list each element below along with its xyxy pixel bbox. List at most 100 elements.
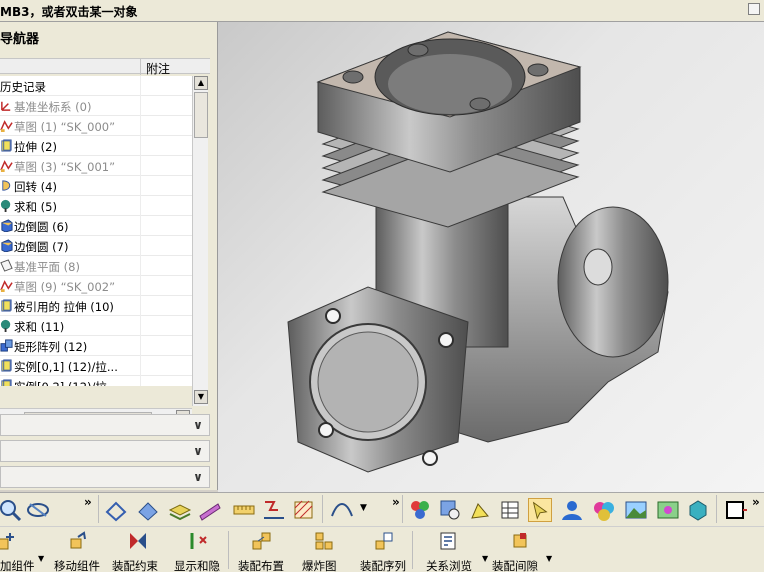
color-palette-icon[interactable] <box>408 498 432 522</box>
feature-row[interactable]: 基准坐标系 (0) <box>0 96 192 116</box>
column-attach[interactable]: 附注 <box>146 60 170 77</box>
history-node[interactable]: 历史记录 <box>0 76 192 96</box>
more-tools-chevron[interactable]: » <box>752 495 760 509</box>
inspect-icon[interactable] <box>438 498 462 522</box>
shaded-icon[interactable] <box>136 498 160 522</box>
feature-row[interactable]: 边倒圆 (7) <box>0 236 192 256</box>
feature-label: 基准平面 (8) <box>14 260 80 274</box>
curve-icon[interactable] <box>330 498 354 522</box>
window-restore-button[interactable] <box>748 3 760 15</box>
engine-crankcase-model[interactable] <box>218 22 764 492</box>
scroll-up-button[interactable]: ▲ <box>194 76 208 90</box>
feature-label: 矩形阵列 (12) <box>14 340 88 354</box>
feature-row[interactable]: 拉伸 (2) <box>0 136 192 156</box>
feature-tree: 历史记录 基准坐标系 (0) 草图 (1) “SK_000” 拉伸 (2) 草图 (3… <box>0 76 192 386</box>
feature-label: 求和 (5) <box>14 200 57 214</box>
dropdown-arrow[interactable]: ▼ <box>38 554 44 563</box>
section-icon[interactable] <box>198 498 222 522</box>
feature-row[interactable]: 实例[0,2] (12)/拉... <box>0 376 192 386</box>
tool-label: 显示和隐 <box>174 559 220 572</box>
feature-label: 边倒圆 (6) <box>14 220 69 234</box>
extrude-icon <box>0 299 13 312</box>
tool-label: 关系浏览 <box>426 559 472 572</box>
chevron-down-icon[interactable]: ∨ <box>190 442 206 460</box>
rotate-icon[interactable] <box>26 498 50 522</box>
show-hide-button[interactable]: 显示和隐 <box>172 529 232 572</box>
feature-row[interactable]: 被引用的 拉伸 (10) <box>0 296 192 316</box>
assembly-toolbar: 加组件 移动组件 装配约束 显示和隐 装配布置 爆炸图 装配序列 关系浏览 装配间隙 ▼ ▼ ▼ <box>0 526 764 572</box>
assembly-constraint-button[interactable]: 装配约束 <box>110 529 170 572</box>
status-message: MB3，或者双击某一对象 <box>0 5 138 19</box>
feature-label: 基准坐标系 (0) <box>14 100 92 114</box>
feature-row[interactable]: 矩形阵列 (12) <box>0 336 192 356</box>
assembly-sequence-icon <box>374 531 394 551</box>
add-component-button[interactable]: 加组件 <box>0 529 54 572</box>
extrude-icon <box>0 379 13 386</box>
tool-label: 爆炸图 <box>302 559 337 572</box>
curve-dropdown-arrow[interactable]: ▼ <box>360 503 367 513</box>
assembly-sequence-button[interactable]: 装配序列 <box>358 529 418 572</box>
graphics-viewport[interactable] <box>218 22 764 492</box>
tree-vertical-scrollbar[interactable]: ▲ ▼ <box>192 76 208 406</box>
exploded-view-icon <box>314 531 334 551</box>
assembly-clearance-icon <box>510 531 530 551</box>
feature-row[interactable]: 实例[0,1] (12)/拉... <box>0 356 192 376</box>
image-icon[interactable] <box>624 498 648 522</box>
chevron-down-icon[interactable]: ∨ <box>190 416 206 434</box>
unite-icon <box>0 319 13 332</box>
feature-label: 草图 (1) “SK_000” <box>14 120 116 134</box>
feature-row[interactable]: 求和 (5) <box>0 196 192 216</box>
assembly-clearance-button[interactable]: 装配间隙 <box>490 529 550 572</box>
texture-icon[interactable] <box>656 498 680 522</box>
feature-label: 被引用的 拉伸 (10) <box>14 300 114 314</box>
dimension-icon[interactable] <box>262 498 286 522</box>
tool-label: 装配约束 <box>112 559 158 572</box>
scroll-thumb[interactable] <box>194 92 208 138</box>
dependencies-panel[interactable]: ∨ <box>0 414 210 436</box>
render-icon[interactable] <box>592 498 616 522</box>
layer-icon[interactable] <box>168 498 192 522</box>
feature-row[interactable]: 草图 (9) “SK_002” <box>0 276 192 296</box>
frame-icon[interactable] <box>724 498 748 522</box>
arrangement-button[interactable]: 装配布置 <box>236 529 296 572</box>
status-bar: MB3，或者双击某一对象 <box>0 0 764 22</box>
wireframe-icon[interactable] <box>104 498 128 522</box>
measure-icon[interactable] <box>232 498 256 522</box>
view-toolbar: » ▼ » » <box>0 492 764 526</box>
move-component-button[interactable]: 移动组件 <box>52 529 112 572</box>
edge-blend-icon <box>0 239 13 253</box>
dropdown-arrow[interactable]: ▼ <box>482 554 488 563</box>
details-panel[interactable]: ∨ <box>0 440 210 462</box>
feature-row[interactable]: 求和 (11) <box>0 316 192 336</box>
scroll-down-button[interactable]: ▼ <box>194 390 208 404</box>
highlight-icon[interactable] <box>468 498 492 522</box>
chevron-down-icon[interactable]: ∨ <box>190 468 206 486</box>
dropdown-arrow[interactable]: ▼ <box>546 554 552 563</box>
more-tools-chevron[interactable]: » <box>392 495 400 509</box>
nx-cad-window: MB3，或者双击某一对象 导航器 附注 历史记录 基准坐标系 (0) 草图 (1)… <box>0 0 764 572</box>
feature-row[interactable]: 回转 (4) <box>0 176 192 196</box>
table-icon[interactable] <box>498 498 522 522</box>
navigator-column-header: 附注 <box>0 58 210 77</box>
relation-browser-icon <box>438 531 458 551</box>
feature-label: 草图 (9) “SK_002” <box>14 280 116 294</box>
hatch-icon[interactable] <box>292 498 316 522</box>
more-tools-chevron[interactable]: » <box>84 495 92 509</box>
datum-plane-icon <box>0 259 13 272</box>
show-hide-icon <box>188 531 208 551</box>
feature-row[interactable]: 基准平面 (8) <box>0 256 192 276</box>
feature-row[interactable]: 草图 (3) “SK_001” <box>0 156 192 176</box>
feature-label: 求和 (11) <box>14 320 65 334</box>
relation-browser-button[interactable]: 关系浏览 <box>424 529 484 572</box>
zoom-icon[interactable] <box>0 498 22 522</box>
exploded-view-button[interactable]: 爆炸图 <box>300 529 360 572</box>
feature-row[interactable]: 草图 (1) “SK_000” <box>0 116 192 136</box>
preview-panel[interactable]: ∨ <box>0 466 210 488</box>
move-component-icon <box>68 531 88 551</box>
tool-label: 移动组件 <box>54 559 100 572</box>
view-cube-icon[interactable] <box>686 498 710 522</box>
user-icon[interactable] <box>560 498 584 522</box>
assembly-constraint-icon <box>128 531 148 551</box>
feature-row[interactable]: 边倒圆 (6) <box>0 216 192 236</box>
select-icon[interactable] <box>528 498 552 522</box>
